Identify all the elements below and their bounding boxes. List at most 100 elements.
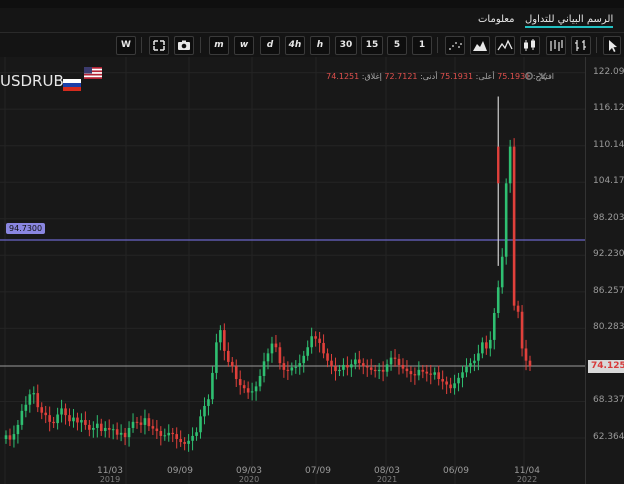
candle-body bbox=[282, 363, 286, 370]
candle-body bbox=[207, 399, 210, 406]
candle-body bbox=[147, 418, 151, 427]
candle-body bbox=[298, 363, 302, 367]
chart-type-dots[interactable] bbox=[445, 36, 465, 55]
candle-body bbox=[72, 417, 75, 422]
candle-body bbox=[88, 424, 91, 430]
ohlc-chart-icon bbox=[575, 40, 586, 51]
candle-body bbox=[183, 442, 186, 444]
cursor-button[interactable] bbox=[603, 36, 621, 55]
toolbar-separator bbox=[141, 37, 142, 53]
chart-type-line[interactable] bbox=[495, 36, 515, 55]
candle-body bbox=[389, 357, 393, 365]
candle-body bbox=[457, 377, 460, 384]
screenshot-button[interactable] bbox=[174, 36, 194, 55]
chart-type-bars[interactable] bbox=[546, 36, 566, 55]
russia-flag-icon bbox=[63, 79, 81, 91]
price-axis-tick: 62.3643 bbox=[593, 431, 624, 442]
candle-body bbox=[405, 368, 409, 372]
timeframe-month[interactable]: m bbox=[209, 36, 229, 55]
candle-body bbox=[246, 388, 250, 393]
candle-body bbox=[24, 404, 28, 411]
close-icon[interactable] bbox=[538, 72, 547, 81]
timeframe-1m[interactable]: 1 bbox=[412, 36, 432, 55]
time-axis-tick: 06/09 bbox=[443, 466, 469, 476]
candle-body bbox=[409, 371, 413, 375]
candle-body bbox=[56, 414, 59, 424]
timeframe-4h[interactable]: 4h bbox=[285, 36, 305, 55]
candle-body bbox=[330, 360, 333, 367]
candle-body bbox=[274, 343, 278, 348]
candle-body bbox=[262, 361, 266, 376]
timeframe-1h[interactable]: h bbox=[310, 36, 330, 55]
candle-body bbox=[20, 410, 24, 425]
tab-trading-chart[interactable]: الرسم البياني للتداول bbox=[525, 14, 614, 28]
cursor-icon bbox=[609, 40, 617, 52]
candle-body bbox=[290, 367, 294, 371]
candle-body bbox=[520, 311, 524, 349]
candle-body bbox=[342, 364, 345, 370]
candle-body bbox=[135, 421, 139, 423]
candle-body bbox=[16, 424, 20, 435]
candle-body bbox=[449, 384, 452, 389]
price-chart[interactable] bbox=[0, 57, 585, 484]
watchlist-button[interactable]: W bbox=[116, 36, 136, 55]
candle-body bbox=[318, 338, 321, 343]
candle-body bbox=[99, 423, 103, 432]
toolbar-separator bbox=[200, 37, 201, 53]
timeframe-5m[interactable]: 5 bbox=[387, 36, 407, 55]
candle-body bbox=[441, 379, 444, 382]
candle-body bbox=[234, 366, 238, 380]
tab-info[interactable]: معلومات bbox=[478, 14, 514, 25]
candle-body bbox=[155, 428, 159, 432]
candle-body bbox=[445, 381, 448, 385]
candle-body bbox=[425, 371, 429, 374]
candle-body bbox=[96, 423, 99, 428]
candle-body bbox=[179, 438, 182, 443]
candle-body bbox=[278, 347, 282, 364]
candle-body bbox=[354, 359, 357, 365]
candle-body bbox=[465, 366, 468, 373]
candle-body bbox=[203, 405, 206, 417]
price-axis-tick: 116.123 bbox=[593, 103, 624, 114]
tab-bar: الرسم البياني للتداول معلومات bbox=[0, 8, 624, 33]
candle-body bbox=[167, 432, 171, 436]
timeframe-week[interactable]: w bbox=[234, 36, 254, 55]
candle-body bbox=[496, 287, 500, 313]
timeframe-30m[interactable]: 30 bbox=[335, 36, 357, 55]
candle-body bbox=[310, 336, 313, 348]
settings-icon[interactable] bbox=[524, 71, 534, 81]
candle-body bbox=[199, 416, 202, 433]
candle-body bbox=[215, 342, 218, 373]
candle-body bbox=[381, 369, 385, 372]
candle-body bbox=[4, 435, 8, 439]
chart-type-ohlc[interactable] bbox=[571, 36, 591, 55]
candle-body bbox=[111, 429, 115, 431]
candle-body bbox=[393, 357, 397, 359]
candle-body bbox=[238, 379, 242, 386]
candle-body bbox=[294, 366, 298, 368]
fullscreen-icon bbox=[153, 40, 165, 51]
timeframe-15m[interactable]: 15 bbox=[361, 36, 383, 55]
ohlc-low-value: 72.7121 bbox=[384, 72, 418, 81]
candle-body bbox=[36, 393, 40, 408]
candle-body bbox=[40, 407, 44, 413]
candle-body bbox=[453, 383, 456, 389]
candle-body bbox=[477, 353, 480, 361]
chart-type-candles[interactable] bbox=[520, 36, 540, 55]
price-axis-tick: 86.2571 bbox=[593, 285, 624, 296]
candle-body bbox=[489, 339, 492, 349]
candle-body bbox=[8, 435, 12, 440]
candle-body bbox=[123, 432, 127, 438]
candle-body bbox=[12, 434, 16, 440]
chart-type-area[interactable] bbox=[470, 36, 490, 55]
candle-body bbox=[242, 385, 246, 389]
candle-body bbox=[322, 342, 325, 354]
candle-body bbox=[314, 336, 317, 339]
fullscreen-button[interactable] bbox=[149, 36, 169, 55]
candle-body bbox=[52, 421, 55, 424]
candle-body bbox=[191, 435, 194, 441]
candle-body bbox=[492, 312, 496, 340]
us-flag-icon bbox=[84, 67, 102, 79]
candle-body bbox=[159, 431, 163, 436]
timeframe-day[interactable]: d bbox=[260, 36, 280, 55]
